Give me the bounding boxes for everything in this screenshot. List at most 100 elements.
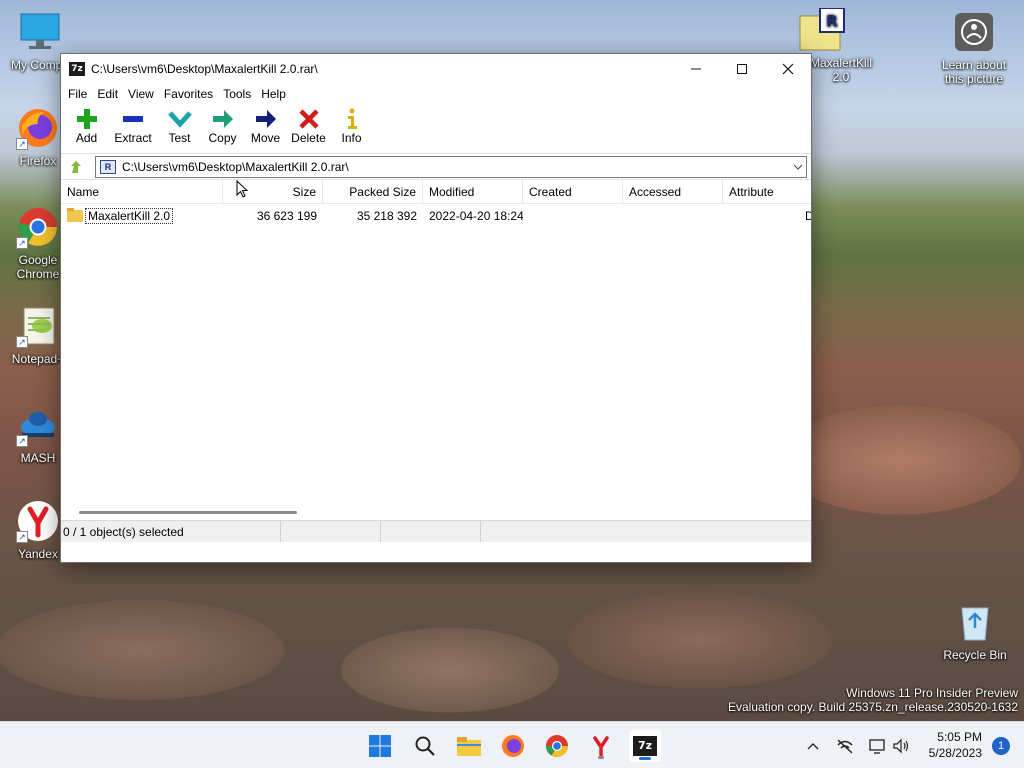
rar-file-icon: R (100, 159, 116, 174)
search-button[interactable] (409, 730, 441, 762)
yandex-icon: ↗ (16, 499, 60, 543)
clock[interactable]: 5:05 PM 5/28/2023 (929, 729, 982, 761)
taskbar-firefox[interactable] (497, 730, 529, 762)
move-label: Move (250, 131, 281, 145)
taskbar-7zip[interactable]: 7z (629, 730, 661, 762)
status-segment-2 (281, 521, 381, 542)
horizontal-scrollbar[interactable] (61, 506, 811, 520)
taskbar-yandex[interactable] (585, 730, 617, 762)
maximize-button[interactable] (719, 54, 765, 84)
sevenzip-app-icon: 7z (69, 62, 85, 76)
close-button[interactable] (765, 54, 811, 84)
test-label: Test (168, 131, 191, 145)
start-button[interactable] (364, 730, 396, 762)
info-button[interactable]: Info (330, 104, 373, 145)
taskbar-file-explorer[interactable] (453, 730, 485, 762)
minus-icon (108, 107, 158, 131)
copy-label: Copy (208, 131, 237, 145)
col-name[interactable]: Name (61, 180, 223, 203)
menu-tools[interactable]: Tools (218, 87, 256, 101)
active-indicator (639, 757, 651, 760)
menu-help[interactable]: Help (256, 87, 291, 101)
scrollbar-thumb[interactable] (79, 511, 297, 514)
tray-display-button[interactable] (866, 736, 888, 756)
menu-view[interactable]: View (123, 87, 159, 101)
notification-badge[interactable]: 1 (992, 737, 1010, 755)
desktop-icon-label: Notepad+ (11, 352, 65, 366)
column-header: Name Size Packed Size Modified Created A… (61, 180, 811, 204)
menu-file[interactable]: File (63, 87, 92, 101)
col-modified[interactable]: Modified (423, 180, 523, 203)
minimize-button[interactable] (673, 54, 719, 84)
minimize-icon (691, 68, 701, 70)
row-attributes: D (805, 209, 811, 223)
status-bar: 0 / 1 object(s) selected (61, 520, 811, 542)
no-network-icon (837, 739, 853, 754)
desktop-icon-label: Yandex (18, 547, 58, 561)
move-arrow-icon (244, 107, 287, 131)
title-bar[interactable]: 7z C:\Users\vm6\Desktop\MaxalertKill 2.0… (61, 54, 811, 84)
tray-volume-button[interactable] (890, 736, 912, 756)
desktop-icon-label: MASH (20, 451, 56, 465)
up-arrow-icon (71, 160, 81, 173)
desktop-icon-learn-about-picture[interactable]: Learn about this picture (936, 10, 1012, 86)
firefox-icon: ↗ (16, 106, 60, 150)
desktop-icon-label: Google Chrome (16, 253, 60, 281)
address-combobox[interactable]: R C:\Users\vm6\Desktop\MaxalertKill 2.0.… (95, 155, 807, 178)
recycle-bin-icon (953, 600, 997, 644)
up-folder-button[interactable] (65, 157, 87, 177)
desktop-icon-recycle-bin[interactable]: Recycle Bin (937, 600, 1013, 662)
add-button[interactable]: Add (65, 104, 108, 145)
mouse-cursor-icon (236, 180, 249, 198)
chrome-icon: ↗ (16, 205, 60, 249)
test-button[interactable]: Test (158, 104, 201, 145)
col-created[interactable]: Created (523, 180, 623, 203)
info-label: Info (341, 131, 362, 145)
notepad-plus-icon: ↗ (16, 304, 60, 348)
status-segment-3 (381, 521, 481, 542)
windows-logo-icon (369, 735, 391, 757)
sevenzip-window: 7z C:\Users\vm6\Desktop\MaxalertKill 2.0… (60, 53, 812, 563)
monitor-icon (18, 10, 62, 54)
maximize-icon (737, 64, 747, 74)
delete-button[interactable]: Delete (287, 104, 330, 145)
delete-label: Delete (291, 131, 326, 145)
copy-button[interactable]: Copy (201, 104, 244, 145)
table-row[interactable]: MaxalertKill 2.0 36 623 199 35 218 392 2… (61, 206, 811, 226)
rar-archive-icon: R (796, 7, 845, 52)
check-chevron-icon (158, 107, 201, 131)
menu-bar: File Edit View Favorites Tools Help (61, 84, 811, 104)
chevron-down-icon[interactable] (790, 164, 806, 170)
firefox-icon (502, 735, 524, 757)
display-icon (869, 739, 885, 754)
row-modified: 2022-04-20 18:24 (429, 209, 523, 223)
folder-icon (67, 208, 83, 222)
extract-button[interactable]: Extract (108, 104, 158, 145)
yandex-icon (593, 736, 609, 757)
tray-network-button[interactable] (834, 736, 856, 756)
col-attributes[interactable]: Attribute (723, 180, 811, 203)
sevenzip-icon: 7z (633, 736, 657, 756)
watermark-line-2: Evaluation copy. Build 25375.zn_release.… (728, 700, 1018, 714)
file-list[interactable]: Name Size Packed Size Modified Created A… (61, 180, 811, 520)
row-size: 36 623 199 (256, 209, 317, 223)
tray-overflow-button[interactable] (802, 736, 824, 756)
speaker-icon (893, 738, 909, 754)
status-segment-4 (481, 521, 811, 542)
search-icon (415, 736, 435, 756)
row-name-cell: MaxalertKill 2.0 (61, 208, 223, 224)
plus-icon (65, 107, 108, 131)
move-button[interactable]: Move (244, 104, 287, 145)
taskbar-chrome[interactable] (541, 730, 573, 762)
col-packed-size[interactable]: Packed Size (323, 180, 423, 203)
desktop-icon-label: Learn about this picture (941, 58, 1007, 86)
add-label: Add (75, 131, 98, 145)
clock-date: 5/28/2023 (928, 746, 982, 760)
menu-edit[interactable]: Edit (92, 87, 123, 101)
desktop-icon-label: Recycle Bin (943, 648, 1007, 662)
close-icon (782, 63, 794, 75)
col-accessed[interactable]: Accessed (623, 180, 723, 203)
menu-favorites[interactable]: Favorites (159, 87, 218, 101)
mash-icon: ↗ (16, 403, 60, 447)
taskbar: 7z 5:05 PM 5/28/2023 1 (0, 721, 1024, 768)
